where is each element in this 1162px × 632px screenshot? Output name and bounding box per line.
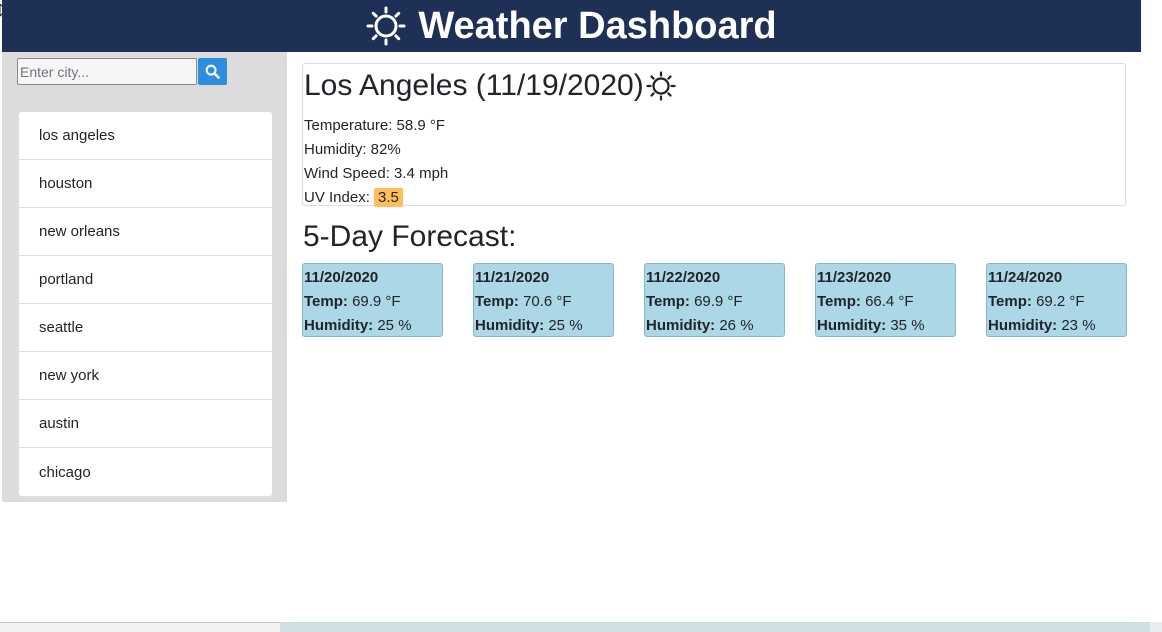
forecast-date: 11/22/2020 <box>646 269 721 286</box>
forecast-date: 11/24/2020 <box>988 269 1063 286</box>
city-item-chicago[interactable]: chicago <box>19 448 272 496</box>
current-wind-speed: Wind Speed: 3.4 mph <box>304 165 449 182</box>
forecast-date: 11/21/2020 <box>475 269 550 286</box>
search-history-list: los angeles houston new orleans portland… <box>18 111 273 497</box>
city-item-seattle[interactable]: seattle <box>19 304 272 352</box>
taskbar-search-area[interactable] <box>0 622 280 632</box>
app-header: Weather Dashboard <box>2 0 1141 52</box>
city-search-input[interactable] <box>17 58 197 85</box>
current-weather-panel: Los Angeles (11/19/2020) Temperature: 58… <box>302 63 1126 207</box>
forecast-temp: Temp: 69.9 °F <box>304 293 401 310</box>
uv-index-badge: 3.5 <box>374 188 403 207</box>
sun-icon <box>646 71 676 101</box>
city-item-new-york[interactable]: new york <box>19 352 272 400</box>
forecast-card: 11/21/2020 Temp: 70.6 °F Humidity: 25 % <box>473 263 614 337</box>
forecast-temp: Temp: 69.9 °F <box>646 293 743 310</box>
city-item-los-angeles[interactable]: los angeles <box>19 112 272 160</box>
forecast-card: 11/22/2020 Temp: 69.9 °F Humidity: 26 % <box>644 263 785 337</box>
forecast-humidity: Humidity: 25 % <box>304 317 412 334</box>
forecast-card: 11/23/2020 Temp: 66.4 °F Humidity: 35 % <box>815 263 956 337</box>
forecast-humidity: Humidity: 23 % <box>988 317 1096 334</box>
city-item-portland[interactable]: portland <box>19 256 272 304</box>
current-humidity: Humidity: 82% <box>304 141 401 158</box>
forecast-date: 11/23/2020 <box>817 269 892 286</box>
current-uv-index: UV Index: 3.5 <box>304 186 1125 210</box>
city-item-houston[interactable]: houston <box>19 160 272 208</box>
forecast-title: 5-Day Forecast: <box>303 220 517 253</box>
city-item-new-orleans[interactable]: new orleans <box>19 208 272 256</box>
forecast-temp: Temp: 69.2 °F <box>988 293 1085 310</box>
sun-icon <box>366 6 406 46</box>
forecast-humidity: Humidity: 35 % <box>817 317 925 334</box>
search-icon <box>205 64 220 79</box>
forecast-date: 11/20/2020 <box>304 269 379 286</box>
forecast-temp: Temp: 70.6 °F <box>475 293 572 310</box>
page-title: Weather Dashboard <box>418 5 777 47</box>
sidebar: los angeles houston new orleans portland… <box>2 52 287 502</box>
current-temperature: Temperature: 58.9 °F <box>304 117 446 134</box>
city-item-austin[interactable]: austin <box>19 400 272 448</box>
search-button[interactable] <box>198 58 227 85</box>
uv-index-label: UV Index: <box>304 189 370 206</box>
forecast-temp: Temp: 66.4 °F <box>817 293 914 310</box>
forecast-humidity: Humidity: 25 % <box>475 317 583 334</box>
current-weather-title: Los Angeles (11/19/2020) <box>304 66 1125 106</box>
forecast-card: 11/20/2020 Temp: 69.9 °F Humidity: 25 % <box>302 263 443 337</box>
os-taskbar <box>0 622 1162 632</box>
forecast-card: 11/24/2020 Temp: 69.2 °F Humidity: 23 % <box>986 263 1127 337</box>
search-form <box>17 58 227 85</box>
taskbar-apps-area[interactable] <box>280 622 1150 632</box>
forecast-humidity: Humidity: 26 % <box>646 317 754 334</box>
current-city-date: Los Angeles (11/19/2020) <box>304 69 644 102</box>
